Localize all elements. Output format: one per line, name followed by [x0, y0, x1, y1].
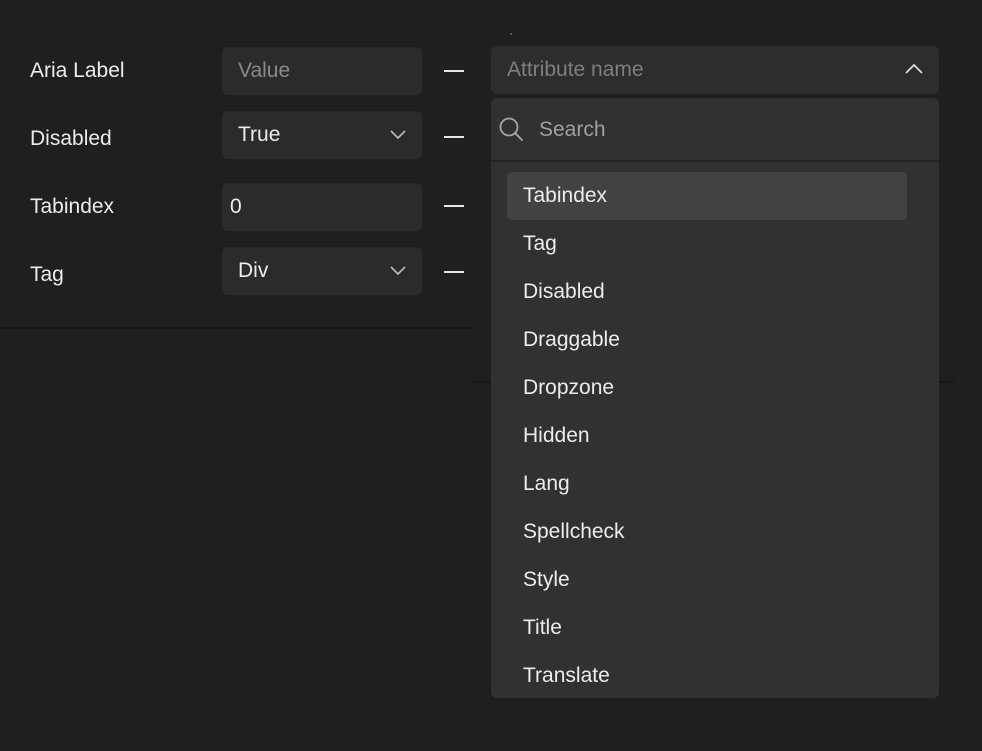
row-label-disabled: Disabled: [30, 127, 112, 150]
row-label-tag: Tag: [30, 263, 64, 286]
option-tag[interactable]: Tag: [507, 220, 907, 268]
remove-disabled-button[interactable]: [444, 136, 464, 138]
option-hidden[interactable]: Hidden: [507, 412, 907, 460]
attribute-name-placeholder: Attribute name: [507, 58, 644, 81]
tabindex-value: 0: [230, 195, 242, 218]
tabindex-value-input[interactable]: 0: [222, 183, 422, 231]
option-draggable[interactable]: Draggable: [507, 316, 907, 364]
attributes-panel: Aria Label Value Disabled True Tabindex …: [0, 0, 982, 751]
chevron-down-icon: [390, 130, 406, 140]
option-disabled[interactable]: Disabled: [507, 268, 907, 316]
search-icon: [499, 117, 523, 141]
tag-select[interactable]: Div: [222, 247, 422, 295]
tag-select-value: Div: [238, 259, 269, 282]
option-title[interactable]: Title: [507, 604, 907, 652]
dropdown-search-bar: [491, 98, 939, 162]
section-divider: [0, 327, 472, 329]
attribute-dropdown: Tabindex Tag Disabled Draggable Dropzone…: [491, 98, 939, 698]
remove-tabindex-button[interactable]: [444, 205, 464, 207]
row-label-aria-label: Aria Label: [30, 59, 125, 82]
remove-tag-button[interactable]: [444, 271, 464, 273]
option-lang[interactable]: Lang: [507, 460, 907, 508]
aria-label-placeholder: Value: [238, 59, 291, 82]
chevron-down-icon: [390, 266, 406, 276]
attribute-name-combobox[interactable]: Attribute name: [491, 46, 939, 94]
option-spellcheck[interactable]: Spellcheck: [507, 508, 907, 556]
attribute-option-list: Tabindex Tag Disabled Draggable Dropzone…: [491, 172, 939, 698]
disabled-select-value: True: [238, 123, 281, 146]
option-translate[interactable]: Translate: [507, 652, 907, 698]
chevron-up-icon[interactable]: [905, 63, 923, 74]
disabled-select[interactable]: True: [222, 111, 422, 159]
row-label-tabindex: Tabindex: [30, 195, 115, 218]
option-style[interactable]: Style: [507, 556, 907, 604]
dropdown-search-input[interactable]: [539, 114, 919, 146]
resize-handle-dot: [510, 33, 512, 35]
option-dropzone[interactable]: Dropzone: [507, 364, 907, 412]
aria-label-value-input[interactable]: Value: [222, 47, 422, 95]
remove-aria-label-button[interactable]: [444, 70, 464, 72]
option-tabindex[interactable]: Tabindex: [507, 172, 907, 220]
